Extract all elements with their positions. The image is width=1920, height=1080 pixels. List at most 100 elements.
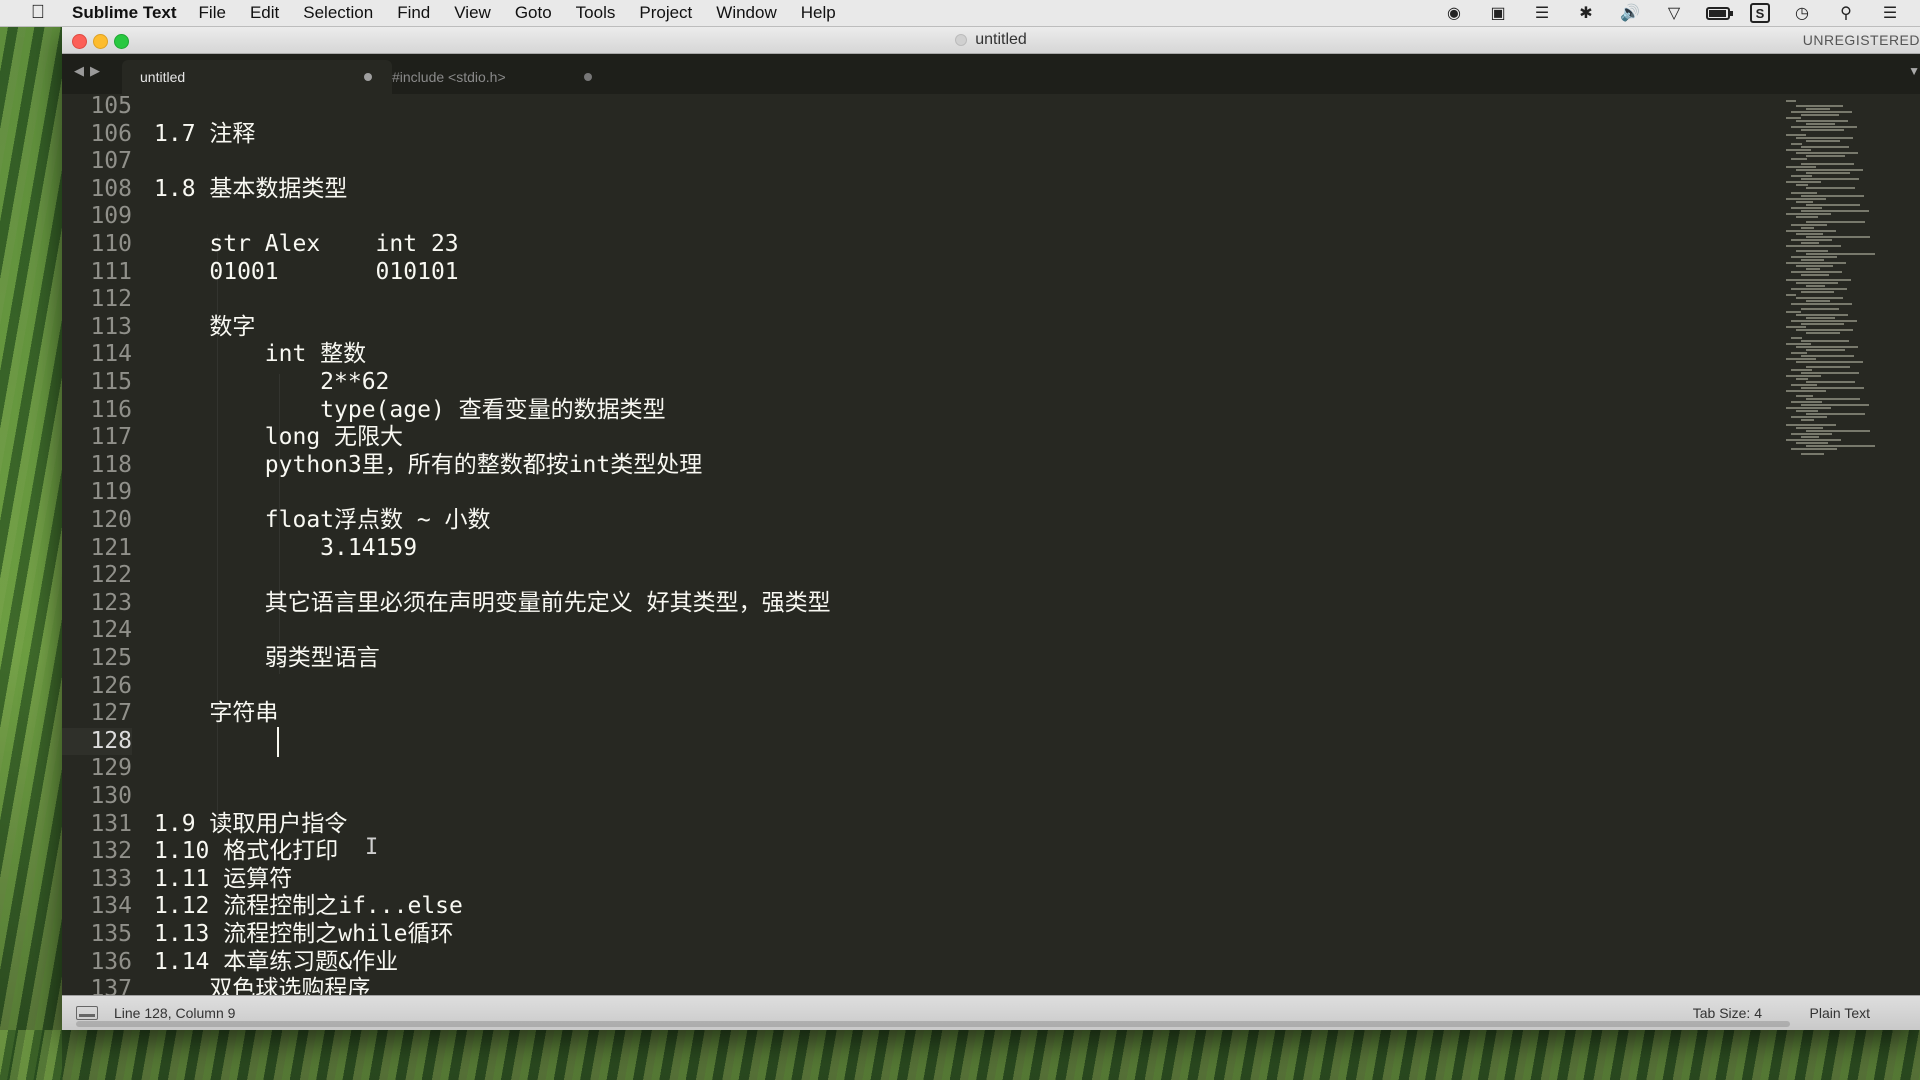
minimap-line [1806, 349, 1845, 351]
editor-line[interactable]: 122 [62, 562, 1920, 590]
editor-line[interactable]: 124 [62, 617, 1920, 645]
editor-line[interactable]: 116 type(age) 查看变量的数据类型 [62, 397, 1920, 425]
menu-view[interactable]: View [454, 3, 491, 23]
minimap-line [1806, 140, 1840, 142]
menu-edit[interactable]: Edit [250, 3, 279, 23]
menu-app-name[interactable]: Sublime Text [72, 3, 177, 23]
editor-line[interactable]: 115 2**62 [62, 369, 1920, 397]
minimap-line [1786, 213, 1831, 215]
editor-line[interactable]: 114 int 整数 [62, 341, 1920, 369]
editor-text-area[interactable]: 105 106 1.7 注释 107 108 1.8 基本数据类型 109 110 str A… [62, 94, 1920, 996]
panel-toggle-icon[interactable] [76, 1006, 98, 1020]
spotlight-search-icon[interactable]: ⚲ [1834, 4, 1858, 22]
window-titlebar[interactable]: untitled UNREGISTERED [62, 27, 1920, 54]
tab-dirty-indicator-icon[interactable] [364, 73, 372, 81]
minimap[interactable] [1780, 94, 1920, 455]
window-title-text: untitled [975, 31, 1027, 48]
editor-line[interactable]: 121 3.14159 [62, 535, 1920, 563]
line-number: 127 [90, 700, 132, 727]
minimap-line [1801, 259, 1824, 261]
editor-line[interactable]: 125 弱类型语言 [62, 645, 1920, 673]
menu-file[interactable]: File [199, 3, 226, 23]
minimap-line [1806, 108, 1830, 110]
editor-line[interactable]: 110 str Alex int 23 [62, 231, 1920, 259]
editor-line[interactable]: 106 1.7 注释 [62, 121, 1920, 149]
menu-find[interactable]: Find [397, 3, 430, 23]
editor-line[interactable]: 108 1.8 基本数据类型 [62, 176, 1920, 204]
scrivener-icon[interactable]: S [1750, 3, 1770, 23]
editor-line[interactable]: 111 01001 010101 [62, 259, 1920, 287]
editor-line[interactable]: 109 [62, 203, 1920, 231]
editor-line[interactable]: 136 1.14 本章练习题&作业 [62, 949, 1920, 977]
editor-line[interactable]: 128 [62, 727, 1920, 756]
tab-overflow-chevron-down-icon[interactable]: ▼ [1908, 64, 1920, 78]
editor-line[interactable]: 113 数字 [62, 314, 1920, 342]
menu-window[interactable]: Window [716, 3, 776, 23]
tab-dirty-indicator-icon[interactable] [584, 73, 592, 81]
menu-project[interactable]: Project [639, 3, 692, 23]
line-number: 119 [90, 479, 132, 506]
editor-line[interactable]: 118 python3里，所有的整数都按int类型处理 [62, 452, 1920, 480]
line-number: 112 [90, 286, 132, 313]
minimap-line [1806, 204, 1860, 206]
minimap-line [1796, 314, 1848, 316]
editor-line[interactable]: 119 [62, 479, 1920, 507]
editor-line[interactable]: 105 [62, 94, 1920, 121]
menu-selection[interactable]: Selection [303, 3, 373, 23]
editor-line[interactable]: 135 1.13 流程控制之while循环 [62, 921, 1920, 949]
editor-line[interactable]: 133 1.11 运算符 [62, 866, 1920, 894]
minimap-line [1801, 114, 1839, 116]
line-number: 110 [90, 231, 132, 257]
editor-line[interactable]: 107 [62, 148, 1920, 176]
line-number: 117 [90, 424, 132, 451]
line-number: 121 [90, 534, 132, 561]
editor-line[interactable]: 126 [62, 673, 1920, 701]
menu-help[interactable]: Help [801, 3, 836, 23]
menu-goto[interactable]: Goto [515, 3, 552, 23]
line-text: 其它语言里必须在声明变量前先定义 好其类型，强类型 [154, 589, 831, 616]
editor-line[interactable]: 131 1.9 读取用户指令 [62, 811, 1920, 839]
editor-line[interactable]: 112 [62, 286, 1920, 314]
tab-size-selector[interactable]: Tab Size: 4 [1693, 1005, 1762, 1021]
stacks-icon[interactable]: ☰ [1530, 4, 1554, 22]
editor-line[interactable]: 137 双色球选购程序 [62, 976, 1920, 996]
horizontal-scrollbar[interactable] [76, 1021, 1790, 1027]
tab-prev-icon[interactable]: ◀ [74, 63, 84, 79]
battery-icon[interactable] [1706, 4, 1733, 22]
tab-next-icon[interactable]: ▶ [90, 63, 100, 79]
minimap-line [1786, 407, 1831, 409]
editor-line[interactable]: 117 long 无限大 [62, 424, 1920, 452]
tab-include-stdio[interactable]: #include <stdio.h> [358, 60, 608, 94]
editor-line[interactable]: 134 1.12 流程控制之if...else [62, 893, 1920, 921]
minimap-line [1796, 137, 1853, 139]
tab-untitled[interactable]: untitled [122, 60, 392, 94]
cursor-position: Line 128, Column 9 [114, 1005, 236, 1021]
line-text: 1.11 运算符 [154, 865, 293, 892]
minimap-line [1796, 282, 1838, 284]
minimap-line [1791, 369, 1812, 371]
line-number: 135 [90, 921, 132, 947]
editor-line[interactable]: 120 float浮点数 ~ 小数 [62, 507, 1920, 535]
menu-tools[interactable]: Tools [576, 3, 616, 23]
minimap-line [1786, 424, 1836, 426]
apple-icon[interactable]:  [20, 2, 56, 24]
evernote-icon[interactable]: ◉ [1442, 4, 1466, 22]
wifi-icon[interactable]: ▽ [1662, 4, 1686, 22]
editor-line[interactable]: 129 [62, 755, 1920, 783]
editor-line[interactable]: 130 [62, 783, 1920, 811]
editor-line[interactable]: 132 1.10 格式化打印 [62, 838, 1920, 866]
syntax-selector[interactable]: Plain Text [1810, 1005, 1870, 1021]
minimap-line [1786, 343, 1811, 345]
screen-record-icon[interactable]: ▣ [1486, 4, 1510, 22]
minimap-line [1806, 221, 1865, 223]
text-cursor [277, 727, 279, 757]
tab-nav-arrows: ◀ ▶ [74, 63, 100, 79]
editor-line[interactable]: 127 字符串 [62, 700, 1920, 728]
clock-icon[interactable]: ◷ [1790, 4, 1814, 22]
line-number: 131 [90, 810, 132, 837]
bluetooth-icon[interactable]: ✱ [1574, 4, 1598, 22]
volume-icon[interactable]: 🔊 [1618, 4, 1642, 22]
notification-center-icon[interactable]: ☰ [1878, 4, 1902, 22]
editor-line[interactable]: 123 其它语言里必须在声明变量前先定义 好其类型，强类型 [62, 590, 1920, 618]
minimap-line [1796, 427, 1823, 429]
